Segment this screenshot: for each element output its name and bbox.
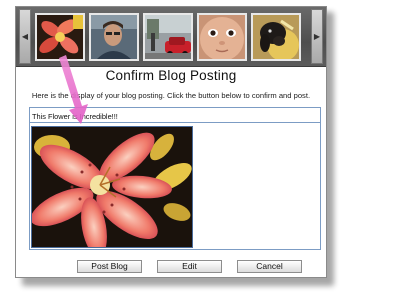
- post-caption: This Flower is Incredible!!!: [30, 108, 320, 123]
- post-preview-panel: This Flower is Incredible!!!: [29, 107, 321, 250]
- scroll-right-icon[interactable]: ▶: [311, 9, 323, 64]
- confirm-window: ◀ ▶ Confirm Blog Posting Here is the dis…: [15, 6, 327, 278]
- thumbnail-dog[interactable]: [251, 13, 301, 61]
- thumbnail-street-car[interactable]: [143, 13, 193, 61]
- edit-button[interactable]: Edit: [157, 260, 222, 273]
- thumbnail-baby-face[interactable]: [197, 13, 247, 61]
- thumbnail-man-portrait[interactable]: [89, 13, 139, 61]
- cancel-button[interactable]: Cancel: [237, 260, 302, 273]
- thumbnail-strip[interactable]: ◀ ▶: [16, 7, 326, 67]
- scroll-left-icon[interactable]: ◀: [19, 9, 31, 64]
- thumbnail-flower[interactable]: [35, 13, 85, 61]
- post-photo-flower: [31, 126, 193, 248]
- dialog-instructions: Here is the display of your blog posting…: [31, 91, 311, 100]
- dialog-title: Confirm Blog Posting: [105, 68, 237, 83]
- post-blog-button[interactable]: Post Blog: [77, 260, 142, 273]
